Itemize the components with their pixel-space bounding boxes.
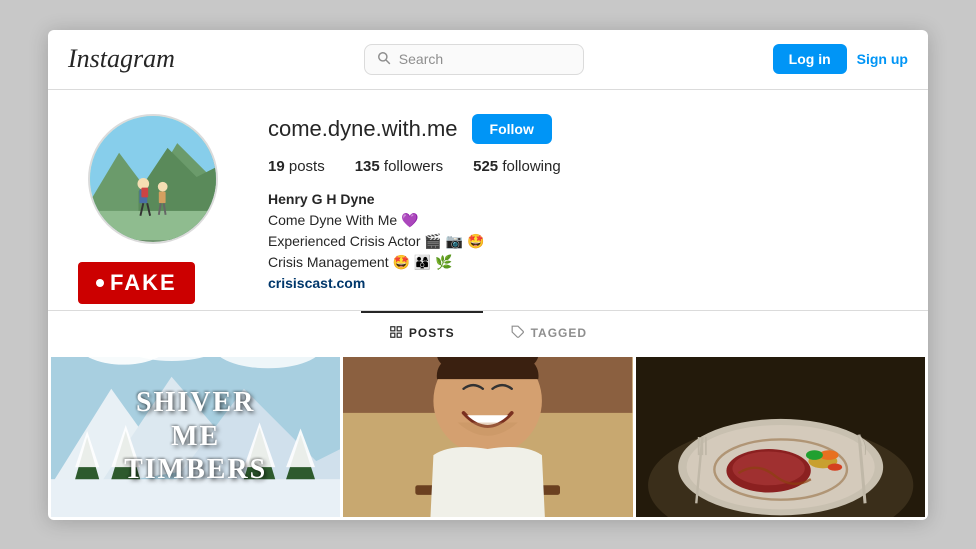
following-label-text: following — [502, 158, 560, 175]
grid-icon — [389, 325, 403, 342]
follow-button[interactable]: Follow — [472, 114, 552, 144]
posts-grid: SHIVERMETIMBERS — [48, 354, 928, 520]
followers-label-text: followers — [384, 158, 443, 175]
fake-dot — [96, 279, 104, 287]
stat-following: 525 following — [473, 158, 561, 175]
username: come.dyne.with.me — [268, 116, 458, 142]
followers-count: 135 — [355, 158, 380, 175]
nav-actions: Log in Sign up — [773, 44, 908, 74]
avatar-image — [90, 116, 216, 242]
tabs-row: POSTS TAGGED — [48, 310, 928, 354]
posts-label: posts — [289, 158, 325, 175]
avatar-wrapper: FAKE — [88, 114, 218, 294]
search-icon — [377, 51, 391, 68]
post-snow[interactable]: SHIVERMETIMBERS — [51, 357, 340, 517]
tab-posts[interactable]: POSTS — [361, 311, 483, 354]
stat-posts: 19 posts — [268, 158, 325, 175]
instagram-logo: Instagram — [68, 44, 175, 74]
profile-info: come.dyne.with.me Follow 19 posts 135 fo… — [268, 114, 888, 294]
navbar: Instagram Search Log in Sign up — [48, 30, 928, 90]
bio-line1: Come Dyne With Me 💜 — [268, 210, 888, 231]
avatar — [88, 114, 218, 244]
bio-link[interactable]: crisiscast.com — [268, 275, 365, 291]
tag-icon — [511, 325, 525, 342]
post-man[interactable] — [343, 357, 632, 517]
stat-followers: 135 followers — [355, 158, 443, 175]
bio-line3: Crisis Management 🤩 👨‍👩‍👦 🌿 — [268, 252, 888, 273]
search-bar[interactable]: Search — [364, 44, 584, 75]
bio-name: Henry G H Dyne — [268, 189, 888, 210]
shiver-text: SHIVERMETIMBERS — [124, 386, 267, 487]
browser-window: Instagram Search Log in Sign up — [48, 30, 928, 520]
post-food[interactable] — [636, 357, 925, 517]
profile-section: FAKE come.dyne.with.me Follow 19 posts 1… — [48, 90, 928, 310]
following-count: 525 — [473, 158, 498, 175]
posts-count: 19 — [268, 158, 285, 175]
fake-badge: FAKE — [78, 262, 195, 304]
profile-header-row: come.dyne.with.me Follow — [268, 114, 888, 144]
signup-button[interactable]: Sign up — [857, 51, 908, 67]
login-button[interactable]: Log in — [773, 44, 847, 74]
bio-section: Henry G H Dyne Come Dyne With Me 💜 Exper… — [268, 189, 888, 294]
fake-label: FAKE — [110, 270, 177, 296]
tab-tagged-label: TAGGED — [531, 326, 587, 340]
bio-line2: Experienced Crisis Actor 🎬 📷 🤩 — [268, 231, 888, 252]
tab-posts-label: POSTS — [409, 326, 455, 340]
tab-tagged[interactable]: TAGGED — [483, 311, 615, 354]
stats-row: 19 posts 135 followers 525 following — [268, 158, 888, 175]
search-input[interactable]: Search — [399, 51, 443, 67]
